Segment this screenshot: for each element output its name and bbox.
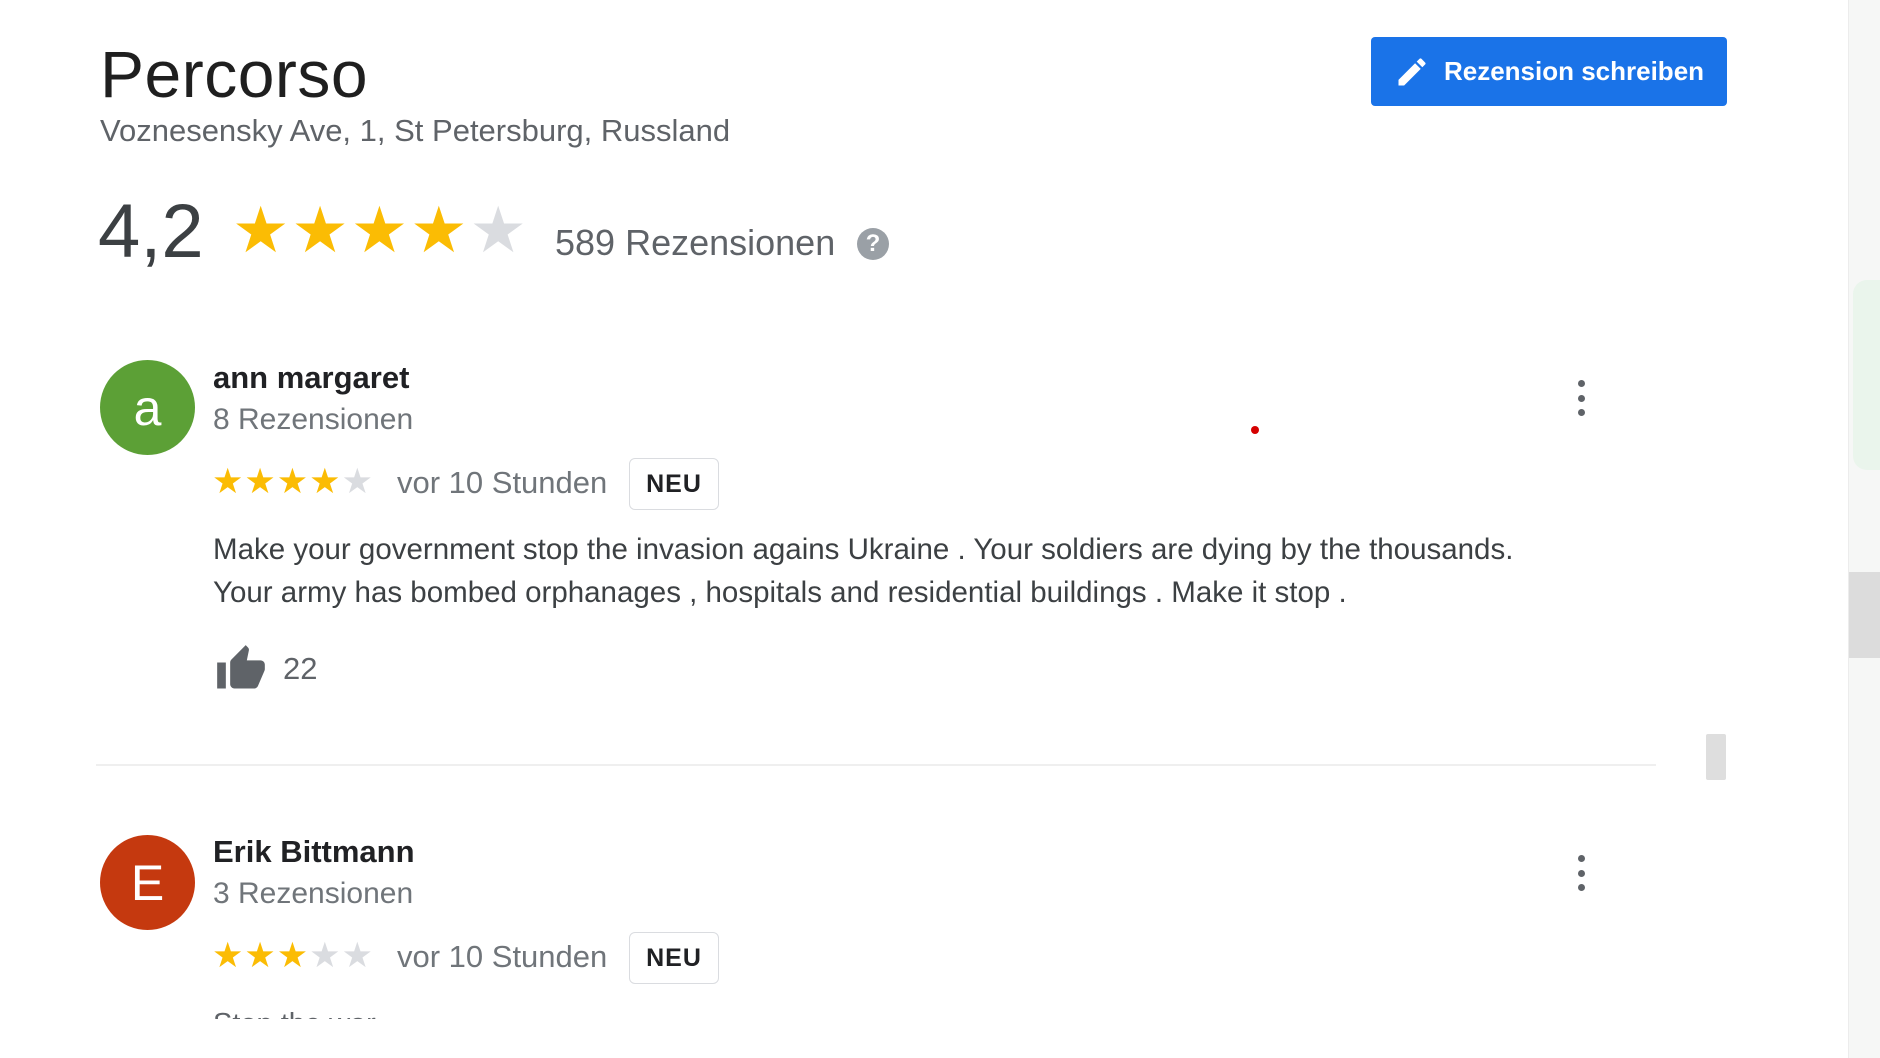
star-filled-icon: ★ xyxy=(232,194,290,266)
reviewer-name[interactable]: Erik Bittmann xyxy=(213,834,415,870)
like-count: 22 xyxy=(283,651,318,686)
reviewer-name[interactable]: ann margaret xyxy=(213,360,409,396)
thumbs-up-icon xyxy=(217,645,265,689)
star-filled-icon: ★ xyxy=(276,936,309,975)
average-rating-stars: ★ ★ ★ ★ ★ xyxy=(232,198,527,262)
star-empty-icon: ★ xyxy=(341,936,373,975)
star-filled-icon: ★ xyxy=(276,462,309,501)
more-options-icon[interactable] xyxy=(1571,376,1591,420)
review-text: Make your government stop the invasion a… xyxy=(213,528,1633,614)
avatar[interactable]: E xyxy=(100,835,195,930)
place-title: Percorso xyxy=(100,37,369,111)
review-rating-stars: ★ ★ ★ ★ ★ xyxy=(212,464,373,499)
pencil-icon xyxy=(1398,57,1426,85)
scrollbar-thumb[interactable] xyxy=(1706,734,1726,780)
write-review-button[interactable]: Rezension schreiben xyxy=(1371,37,1727,106)
star-empty-icon: ★ xyxy=(469,194,527,266)
write-review-label: Rezension schreiben xyxy=(1443,56,1705,86)
star-empty-icon: ★ xyxy=(309,936,341,975)
place-address: Voznesensky Ave, 1, St Petersburg, Russl… xyxy=(100,113,731,148)
reviews-panel: Percorso Voznesensky Ave, 1, St Petersbu… xyxy=(0,0,1848,1058)
review-rating-stars: ★ ★ ★ ★ ★ xyxy=(212,938,373,973)
review-time: vor 10 Stunden xyxy=(397,465,608,500)
star-filled-icon: ★ xyxy=(212,462,244,501)
marker-dot xyxy=(1251,426,1259,434)
help-icon[interactable]: ? xyxy=(857,228,889,260)
review-text-line: Your army has bombed orphanages , hospit… xyxy=(213,576,1347,609)
new-badge: NEU xyxy=(629,458,719,510)
review-text-partial: Stop the war xyxy=(213,1003,376,1019)
map-edge-highlight xyxy=(1853,280,1880,470)
total-review-count[interactable]: 589 Rezensionen xyxy=(555,222,835,264)
collapse-panel-tab[interactable] xyxy=(1849,572,1880,658)
star-empty-icon: ★ xyxy=(341,462,373,501)
map-edge xyxy=(1848,0,1880,1058)
star-filled-icon: ★ xyxy=(309,462,341,501)
review-text-line: Make your government stop the invasion a… xyxy=(213,533,1514,566)
more-options-icon[interactable] xyxy=(1571,851,1591,895)
new-badge: NEU xyxy=(629,932,719,984)
star-filled-icon: ★ xyxy=(244,462,276,501)
like-button[interactable]: 22 xyxy=(213,643,317,695)
star-filled-icon: ★ xyxy=(244,936,276,975)
reviewer-review-count: 8 Rezensionen xyxy=(213,403,414,436)
star-filled-icon: ★ xyxy=(291,194,349,266)
star-filled-icon: ★ xyxy=(350,194,409,266)
star-filled-icon: ★ xyxy=(212,936,244,975)
average-rating: 4,2 xyxy=(98,189,204,274)
avatar[interactable]: a xyxy=(100,360,195,455)
review-divider xyxy=(96,764,1656,766)
star-filled-icon: ★ xyxy=(410,194,468,266)
review-time: vor 10 Stunden xyxy=(397,939,608,974)
reviewer-review-count: 3 Rezensionen xyxy=(213,877,414,910)
